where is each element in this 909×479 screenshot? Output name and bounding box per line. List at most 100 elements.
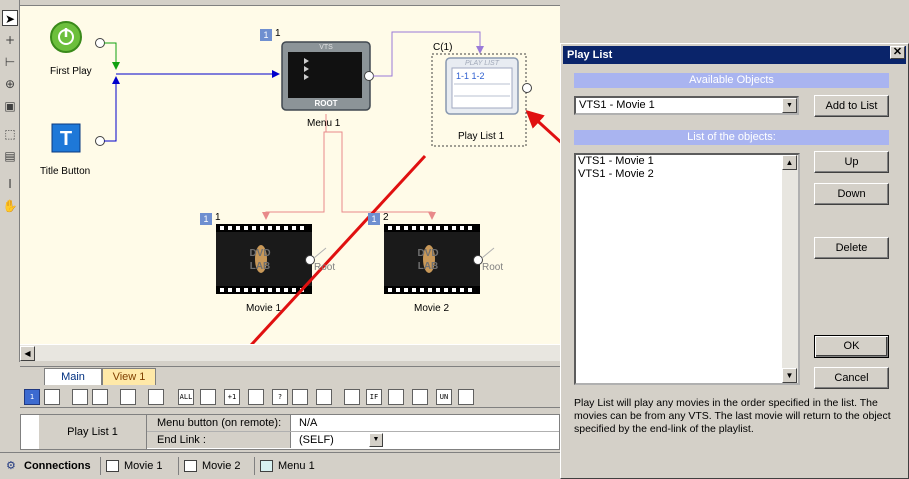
movie-2-root-label: Root [482, 262, 504, 273]
listbox-scrollbar[interactable]: ▲ ▼ [782, 155, 798, 383]
hand-tool-icon[interactable]: ✋ [2, 198, 18, 214]
first-play-node[interactable] [50, 21, 105, 53]
all-icon[interactable]: ALL [178, 389, 194, 405]
app-window: ➤ + ⊢ ⊕ ▣ ⬚ ▤ I ✋ T VTS ROOT PLAY LIST 1… [0, 0, 909, 479]
first-play-label: First Play [50, 66, 92, 77]
svg-text:PLAY LIST: PLAY LIST [465, 60, 500, 67]
connections-icon: ⚙ [6, 459, 16, 472]
title-button-label: Title Button [40, 166, 91, 177]
scroll-down-icon[interactable]: ▼ [782, 368, 797, 383]
window-tab-connections[interactable]: ⚙ Connections [4, 457, 91, 475]
movie-window-icon [106, 460, 119, 472]
connections-canvas[interactable]: T VTS ROOT PLAY LIST 1-1 1-2 DVD LAB DVD… [20, 6, 560, 344]
property-value[interactable]: N/A [299, 415, 317, 431]
property-key: Menu button (on remote): [147, 415, 291, 431]
dice-icon[interactable] [248, 389, 264, 405]
property-value[interactable]: (SELF) [299, 432, 334, 448]
property-row-menu-button[interactable]: Menu button (on remote): N/A [147, 415, 559, 432]
dialog-description: Play List will play any movies in the or… [574, 397, 891, 435]
tab-view-1[interactable]: View 1 [102, 368, 156, 385]
selected-object-name: Play List 1 [39, 415, 147, 449]
chevron-down-icon[interactable]: ▼ [369, 433, 383, 447]
stack-icon[interactable] [316, 389, 332, 405]
window-tab-movie-2[interactable]: Movie 2 [182, 457, 241, 475]
pointer-tool-icon[interactable]: ➤ [2, 10, 18, 26]
text-tool-icon[interactable]: I [2, 176, 18, 192]
movie-2-num: 2 [383, 212, 389, 223]
movie-2-badge: 1 [368, 213, 380, 225]
scroll-left-icon[interactable]: ◀ [20, 346, 35, 361]
tab-separator [178, 457, 179, 475]
annotation-arrow-playlist [525, 109, 560, 144]
un-icon[interactable]: UN [436, 389, 452, 405]
connections-diagram: T VTS ROOT PLAY LIST 1-1 1-2 DVD LAB DVD… [50, 21, 560, 344]
window-tab-menu-1[interactable]: Menu 1 [258, 457, 315, 475]
movie-1-num: 1 [215, 212, 221, 223]
movie-2-node[interactable]: DVD LAB [384, 224, 495, 294]
add-to-list-button[interactable]: Add to List [814, 95, 889, 117]
svg-text:DVD: DVD [417, 248, 438, 259]
delete-button[interactable]: Delete [814, 237, 889, 259]
frame-icon[interactable] [44, 389, 60, 405]
menu-link-tool-icon[interactable]: ▣ [2, 98, 18, 114]
image-tool-icon[interactable]: ▤ [2, 148, 18, 164]
playlist-label: Play List 1 [458, 131, 505, 142]
list-of-objects-header: List of the objects: [574, 130, 889, 145]
menu-node[interactable]: VTS ROOT [281, 41, 374, 111]
scroll-up-icon[interactable]: ▲ [782, 155, 797, 170]
ok-button[interactable]: OK [814, 335, 889, 358]
list-icon[interactable] [92, 389, 108, 405]
down-button[interactable]: Down [814, 183, 889, 205]
add-node-tool-icon[interactable]: + [2, 32, 18, 48]
multi-link-tool-icon[interactable]: ⊕ [2, 76, 18, 92]
cancel-button[interactable]: Cancel [814, 367, 889, 389]
tree-icon[interactable] [120, 389, 136, 405]
jump-icon[interactable] [412, 389, 428, 405]
object-toolbar: 1 ALL +1 ? IF UN [20, 386, 560, 408]
window-tab-label: Connections [24, 460, 91, 472]
window-tab-label: Menu 1 [278, 460, 315, 472]
select-area-tool-icon[interactable]: ⬚ [2, 126, 18, 142]
chapter-icon[interactable] [292, 389, 308, 405]
window-tab-label: Movie 2 [202, 460, 241, 472]
window-tab-label: Movie 1 [124, 460, 163, 472]
objects-listbox[interactable]: VTS1 - Movie 1 VTS1 - Movie 2 ▲ ▼ [574, 153, 800, 385]
svg-text:DVD: DVD [249, 248, 270, 259]
menu-icon[interactable] [72, 389, 88, 405]
menu-badge: 1 [260, 29, 272, 41]
link-tool-icon[interactable]: ⊢ [2, 54, 18, 70]
property-row-end-link[interactable]: End Link : (SELF) ▼ [147, 432, 559, 449]
available-objects-header: Available Objects [574, 73, 889, 88]
list-item[interactable]: VTS1 - Movie 1 [576, 155, 798, 168]
image-icon[interactable] [148, 389, 164, 405]
question-icon[interactable]: ? [272, 389, 288, 405]
tab-main[interactable]: Main [44, 368, 102, 385]
movie-1-root-label: Root [314, 262, 336, 273]
title-button-node[interactable]: T [51, 123, 105, 153]
link-icon[interactable] [344, 389, 360, 405]
tool-palette: ➤ + ⊢ ⊕ ▣ ⬚ ▤ I ✋ [0, 0, 20, 362]
playlist-icon[interactable] [200, 389, 216, 405]
close-icon[interactable]: ✕ [890, 46, 905, 59]
svg-text:ROOT: ROOT [314, 99, 337, 108]
up-button[interactable]: Up [814, 151, 889, 173]
tab-separator [100, 457, 101, 475]
menu-label: Menu 1 [307, 118, 341, 129]
available-objects-select[interactable]: VTS1 - Movie 1 ▼ [574, 96, 799, 115]
split-icon[interactable] [458, 389, 474, 405]
number-one-icon[interactable]: 1 [24, 389, 40, 405]
list-item[interactable]: VTS1 - Movie 2 [576, 168, 798, 181]
svg-text:VTS: VTS [319, 44, 333, 51]
menu-num: 1 [275, 28, 281, 39]
playlist-dialog: Play List ✕ Available Objects VTS1 - Mov… [560, 43, 909, 479]
view-tabs: Main View 1 [20, 366, 560, 385]
svg-text:LAB: LAB [418, 261, 439, 272]
window-tab-movie-1[interactable]: Movie 1 [104, 457, 163, 475]
chevron-down-icon[interactable]: ▼ [782, 98, 797, 113]
tab-separator [254, 457, 255, 475]
plus-one-icon[interactable]: +1 [224, 389, 240, 405]
canvas-horizontal-scrollbar[interactable]: ◀ [20, 344, 560, 361]
play-icon[interactable] [388, 389, 404, 405]
if-icon[interactable]: IF [366, 389, 382, 405]
svg-text:T: T [60, 128, 72, 150]
